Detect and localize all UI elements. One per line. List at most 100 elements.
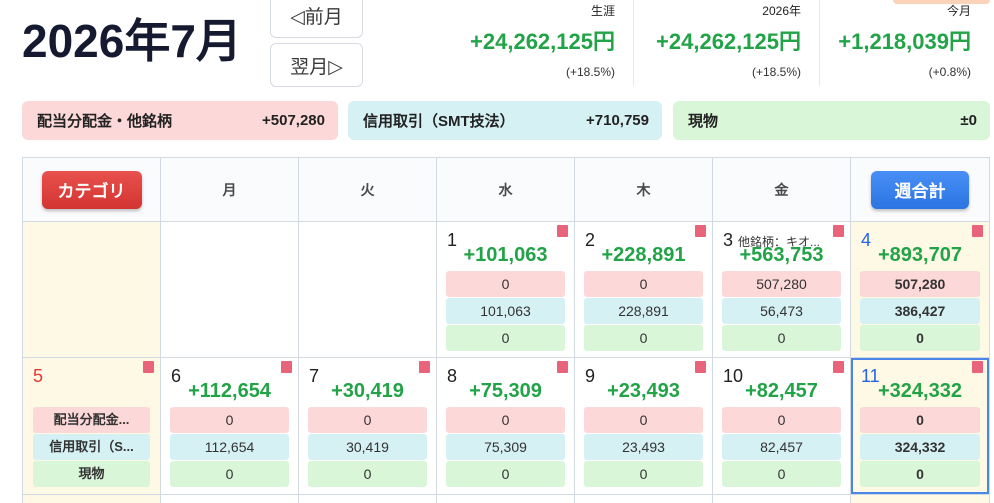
memo-flag-icon bbox=[833, 225, 844, 237]
dividend-value: 0 bbox=[446, 407, 565, 433]
day-cell-partial bbox=[437, 495, 575, 503]
margin-trade-value: 112,654 bbox=[170, 434, 289, 460]
day-cell-10[interactable]: 10 +82,457 0 82,457 0 bbox=[713, 358, 851, 495]
weekday-label: 月 bbox=[222, 181, 237, 198]
calendar-week-row: 1 +101,063 0 101,063 0 2 +228,891 0 228,… bbox=[23, 222, 990, 358]
category-value: +507,280 bbox=[262, 112, 325, 129]
stat-value: +1,218,039円 bbox=[838, 29, 971, 54]
dividend-value: 0 bbox=[308, 407, 427, 433]
cash-stock-value: 0 bbox=[584, 325, 703, 351]
dividend-value: 507,280 bbox=[722, 271, 841, 297]
sunday-cell-5[interactable]: 5 配当分配金... 信用取引（S... 現物 bbox=[23, 358, 161, 495]
week-total-column-header: 週合計 bbox=[851, 158, 990, 222]
margin-trade-row-label: 信用取引（S... bbox=[33, 434, 150, 460]
day-total: +23,493 bbox=[607, 380, 680, 402]
next-month-button[interactable]: 翌月▷ bbox=[270, 43, 363, 87]
day-total: +101,063 bbox=[463, 244, 548, 266]
week-total-button[interactable]: 週合計 bbox=[871, 170, 969, 209]
margin-trade-value: 30,419 bbox=[308, 434, 427, 460]
margin-trade-value: 56,473 bbox=[722, 298, 841, 324]
day-total: +82,457 bbox=[745, 380, 818, 402]
dividend-row-label: 配当分配金... bbox=[33, 407, 150, 433]
memo-flag-icon bbox=[695, 225, 706, 237]
memo-flag-icon bbox=[695, 361, 706, 373]
margin-trade-week-value: 324,332 bbox=[860, 434, 980, 460]
cash-stock-value: 0 bbox=[446, 461, 565, 487]
cash-stock-value: 0 bbox=[584, 461, 703, 487]
week-total-cell-11[interactable]: 11 +324,332 0 324,332 0 bbox=[851, 358, 990, 495]
day-total: +563,753 bbox=[739, 244, 824, 266]
margin-trade-value: 23,493 bbox=[584, 434, 703, 460]
day-cell-9[interactable]: 9 +23,493 0 23,493 0 bbox=[575, 358, 713, 495]
weekday-header-fri: 金 bbox=[713, 158, 851, 222]
memo-flag-icon bbox=[557, 361, 568, 373]
page-title: 2026年7月 bbox=[22, 15, 242, 67]
margin-trade-value: 101,063 bbox=[446, 298, 565, 324]
memo-flag-icon bbox=[972, 225, 983, 237]
stat-label: 今月 bbox=[946, 4, 971, 18]
week-total: +893,707 bbox=[878, 244, 962, 266]
prev-month-button[interactable]: ◁前月 bbox=[270, 0, 363, 38]
day-cell-partial bbox=[575, 495, 713, 503]
dividend-week-value: 507,280 bbox=[860, 271, 980, 297]
weekday-label: 金 bbox=[774, 181, 789, 198]
day-cell-3[interactable]: 3 他銘柄：キオ... +563,753 507,280 56,473 0 bbox=[713, 222, 851, 358]
cash-stock-week-value: 0 bbox=[860, 325, 980, 351]
stat-value: +24,262,125円 bbox=[656, 29, 801, 54]
category-value: +710,759 bbox=[586, 112, 649, 129]
cash-stock-week-value: 0 bbox=[860, 461, 980, 487]
day-total: +30,419 bbox=[331, 380, 404, 402]
stat-lifetime: 生涯 +24,262,125円 (+18.5%) bbox=[447, 0, 633, 86]
margin-trade-value: 75,309 bbox=[446, 434, 565, 460]
calendar-grid: カテゴリ 月 火 水 木 金 週合計 1 +101,063 0 101,063 … bbox=[22, 157, 990, 503]
day-number: 5 bbox=[33, 366, 43, 386]
category-button[interactable]: カテゴリ bbox=[41, 170, 142, 209]
margin-trade-value: 228,891 bbox=[584, 298, 703, 324]
week-total-cell-4[interactable]: 4 +893,707 507,280 386,427 0 bbox=[851, 222, 990, 358]
day-cell-7[interactable]: 7 +30,419 0 30,419 0 bbox=[299, 358, 437, 495]
category-label: 配当分配金・他銘柄 bbox=[37, 113, 173, 130]
day-cell-8[interactable]: 8 +75,309 0 75,309 0 bbox=[437, 358, 575, 495]
cash-stock-value: 0 bbox=[308, 461, 427, 487]
category-total-dividend: 配当分配金・他銘柄 +507,280 bbox=[22, 101, 338, 140]
memo-flag-icon bbox=[833, 361, 844, 373]
cash-stock-value: 0 bbox=[170, 461, 289, 487]
stat-month: 今月 +1,218,039円 (+0.8%) bbox=[819, 0, 989, 86]
category-label: 現物 bbox=[688, 113, 719, 130]
memo-flag-icon bbox=[972, 361, 983, 373]
weekday-label: 木 bbox=[636, 181, 651, 198]
category-total-cash: 現物 ±0 bbox=[673, 101, 990, 140]
day-cell-6[interactable]: 6 +112,654 0 112,654 0 bbox=[161, 358, 299, 495]
dividend-value: 0 bbox=[584, 271, 703, 297]
calendar-week-row: 5 配当分配金... 信用取引（S... 現物 6 +112,654 0 112… bbox=[23, 358, 990, 495]
category-value: ±0 bbox=[960, 112, 977, 129]
memo-flag-icon bbox=[419, 361, 430, 373]
stat-label: 2026年 bbox=[762, 4, 801, 18]
sunday-cell-empty bbox=[23, 222, 161, 358]
category-label: 信用取引（SMT技法） bbox=[363, 113, 515, 130]
stat-percent: (+0.8%) bbox=[928, 65, 971, 79]
day-cell-2[interactable]: 2 +228,891 0 228,891 0 bbox=[575, 222, 713, 358]
cash-stock-row-label: 現物 bbox=[33, 461, 150, 487]
memo-flag-icon bbox=[143, 361, 154, 373]
cash-stock-value: 0 bbox=[722, 325, 841, 351]
weekday-header-wed: 水 bbox=[437, 158, 575, 222]
weekday-header-tue: 火 bbox=[299, 158, 437, 222]
sunday-cell-partial bbox=[23, 495, 161, 503]
dividend-value: 0 bbox=[722, 407, 841, 433]
cash-stock-value: 0 bbox=[722, 461, 841, 487]
day-cell-partial bbox=[161, 495, 299, 503]
day-cell-1[interactable]: 1 +101,063 0 101,063 0 bbox=[437, 222, 575, 358]
day-total: +75,309 bbox=[469, 380, 542, 402]
stat-label: 生涯 bbox=[590, 4, 615, 18]
dividend-value: 0 bbox=[446, 271, 565, 297]
stat-percent: (+18.5%) bbox=[751, 65, 801, 79]
stat-year: 2026年 +24,262,125円 (+18.5%) bbox=[633, 0, 819, 86]
weekday-header-mon: 月 bbox=[161, 158, 299, 222]
day-cell-empty bbox=[161, 222, 299, 358]
weekday-label: 水 bbox=[498, 181, 513, 198]
weekday-header-thu: 木 bbox=[575, 158, 713, 222]
margin-trade-week-value: 386,427 bbox=[860, 298, 980, 324]
day-cell-partial bbox=[713, 495, 851, 503]
dividend-value: 0 bbox=[170, 407, 289, 433]
